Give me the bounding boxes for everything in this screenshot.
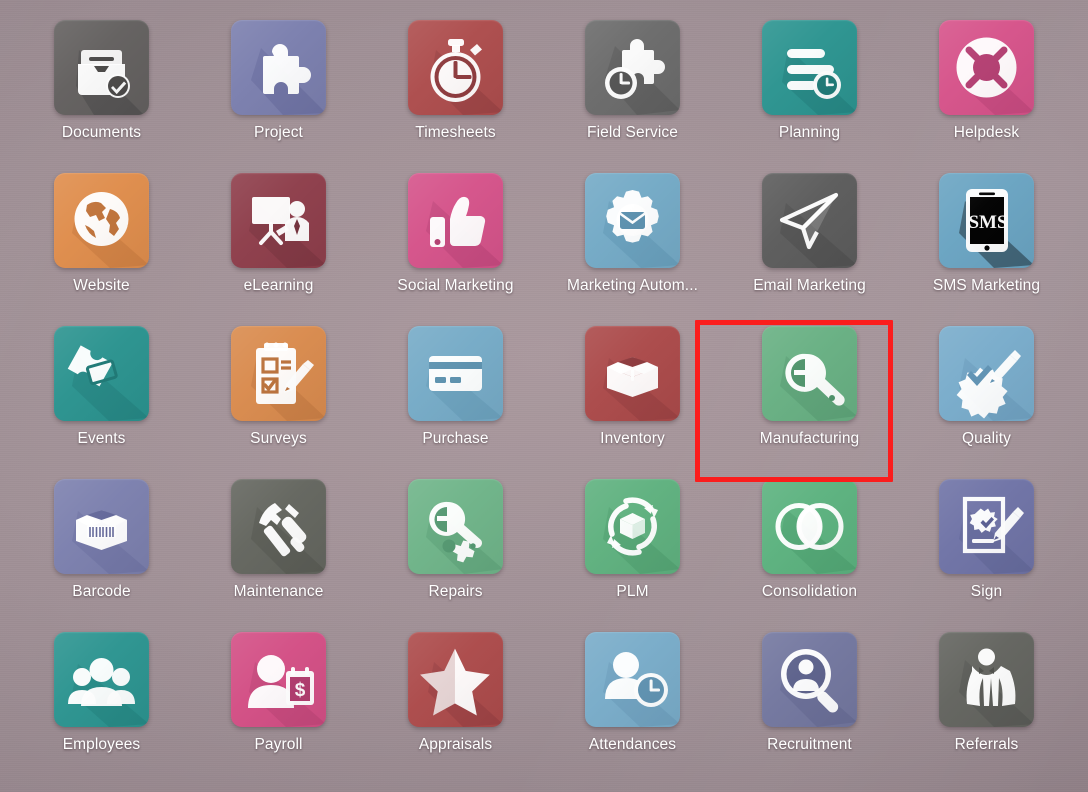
puzzle-icon[interactable]: [231, 20, 326, 115]
app-tile-website[interactable]: Website: [13, 173, 190, 326]
app-tile-appraisals[interactable]: Appraisals: [367, 632, 544, 785]
app-tile-purchase[interactable]: Purchase: [367, 326, 544, 479]
app-label: Appraisals: [418, 736, 493, 753]
app-tile-helpdesk[interactable]: Helpdesk: [898, 20, 1075, 173]
wrench-gear-icon[interactable]: [408, 479, 503, 574]
app-tile-documents[interactable]: Documents: [13, 20, 190, 173]
app-label: Marketing Autom...: [566, 277, 699, 294]
app-tile-inventory[interactable]: Inventory: [544, 326, 721, 479]
app-tile-repairs[interactable]: Repairs: [367, 479, 544, 632]
app-label: Planning: [778, 124, 841, 141]
app-tile-field-service[interactable]: Field Service: [544, 20, 721, 173]
app-tile-quality[interactable]: Quality: [898, 326, 1075, 479]
field-service-icon[interactable]: [585, 20, 680, 115]
thumbs-up-icon[interactable]: [408, 173, 503, 268]
app-tile-surveys[interactable]: Surveys: [190, 326, 367, 479]
app-tile-recruitment[interactable]: Recruitment: [721, 632, 898, 785]
clipboard-pencil-icon[interactable]: [231, 326, 326, 421]
wrench-icon[interactable]: [762, 326, 857, 421]
svg-text:$: $: [295, 680, 306, 701]
app-label: Quality: [962, 430, 1011, 447]
documents-icon[interactable]: [54, 20, 149, 115]
app-tile-sms-marketing[interactable]: SMS SMS Marketing: [898, 173, 1075, 326]
quality-badge-pencil-icon[interactable]: [939, 326, 1034, 421]
open-box-icon[interactable]: [585, 326, 680, 421]
half-star-icon[interactable]: [408, 632, 503, 727]
gear-mail-icon[interactable]: [585, 173, 680, 268]
app-tile-employees[interactable]: Employees: [13, 632, 190, 785]
app-label: Documents: [61, 124, 142, 141]
app-tile-planning[interactable]: Planning: [721, 20, 898, 173]
app-tile-timesheets[interactable]: Timesheets: [367, 20, 544, 173]
sign-document-icon[interactable]: [939, 479, 1034, 574]
ticket-icon[interactable]: [54, 326, 149, 421]
paper-plane-icon[interactable]: [762, 173, 857, 268]
app-label: Consolidation: [761, 583, 858, 600]
person-money-icon[interactable]: $: [231, 632, 326, 727]
app-label: Attendances: [588, 736, 677, 753]
elearning-board-icon[interactable]: [231, 173, 326, 268]
venn-circles-icon[interactable]: [762, 479, 857, 574]
app-label: Social Marketing: [397, 277, 514, 294]
people-group-icon[interactable]: [54, 632, 149, 727]
app-tile-payroll[interactable]: $ Payroll: [190, 632, 367, 785]
app-label: Purchase: [422, 430, 489, 447]
app-tile-elearning[interactable]: eLearning: [190, 173, 367, 326]
barcode-box-icon[interactable]: [54, 479, 149, 574]
globe-icon[interactable]: [54, 173, 149, 268]
app-tile-sign[interactable]: Sign: [898, 479, 1075, 632]
app-label: Referrals: [954, 736, 1019, 753]
app-label: Barcode: [72, 583, 131, 600]
app-tile-marketing-autom[interactable]: Marketing Autom...: [544, 173, 721, 326]
app-label: Sign: [970, 583, 1003, 600]
app-tile-plm[interactable]: PLM: [544, 479, 721, 632]
app-launcher-screen: Documents Project Timesheets Field Servi…: [0, 0, 1088, 792]
app-label: Maintenance: [233, 583, 324, 600]
app-label: Recruitment: [767, 736, 852, 753]
app-label: eLearning: [243, 277, 314, 294]
app-tile-events[interactable]: Events: [13, 326, 190, 479]
credit-card-icon[interactable]: [408, 326, 503, 421]
app-label: Helpdesk: [953, 124, 1020, 141]
svg-text:SMS: SMS: [968, 212, 1007, 233]
person-clock-icon[interactable]: [585, 632, 680, 727]
app-label: Surveys: [250, 430, 307, 447]
app-label: Payroll: [254, 736, 303, 753]
app-label: Employees: [62, 736, 141, 753]
planning-bars-clock-icon[interactable]: [762, 20, 857, 115]
app-label: Repairs: [428, 583, 483, 600]
lifebuoy-icon[interactable]: [939, 20, 1034, 115]
app-label: Timesheets: [415, 124, 496, 141]
app-grid: Documents Project Timesheets Field Servi…: [0, 0, 1088, 785]
person-search-icon[interactable]: [762, 632, 857, 727]
app-tile-consolidation[interactable]: Consolidation: [721, 479, 898, 632]
app-label: Website: [73, 277, 130, 294]
app-tile-attendances[interactable]: Attendances: [544, 632, 721, 785]
app-tile-social-marketing[interactable]: Social Marketing: [367, 173, 544, 326]
app-label: Manufacturing: [759, 430, 860, 447]
app-tile-email-marketing[interactable]: Email Marketing: [721, 173, 898, 326]
stopwatch-icon[interactable]: [408, 20, 503, 115]
app-label: Project: [254, 124, 303, 141]
app-tile-maintenance[interactable]: Maintenance: [190, 479, 367, 632]
app-label: Events: [77, 430, 126, 447]
app-label: SMS Marketing: [932, 277, 1041, 294]
sms-phone-icon[interactable]: SMS: [939, 173, 1034, 268]
plm-cycle-box-icon[interactable]: [585, 479, 680, 574]
app-label: Email Marketing: [753, 277, 866, 294]
app-tile-referrals[interactable]: Referrals: [898, 632, 1075, 785]
hammer-screwdriver-icon[interactable]: [231, 479, 326, 574]
app-label: Inventory: [600, 430, 665, 447]
superhero-icon[interactable]: [939, 632, 1034, 727]
app-label: Field Service: [587, 124, 678, 141]
app-label: PLM: [616, 583, 649, 600]
app-tile-project[interactable]: Project: [190, 20, 367, 173]
app-tile-manufacturing[interactable]: Manufacturing: [721, 326, 898, 479]
app-tile-barcode[interactable]: Barcode: [13, 479, 190, 632]
